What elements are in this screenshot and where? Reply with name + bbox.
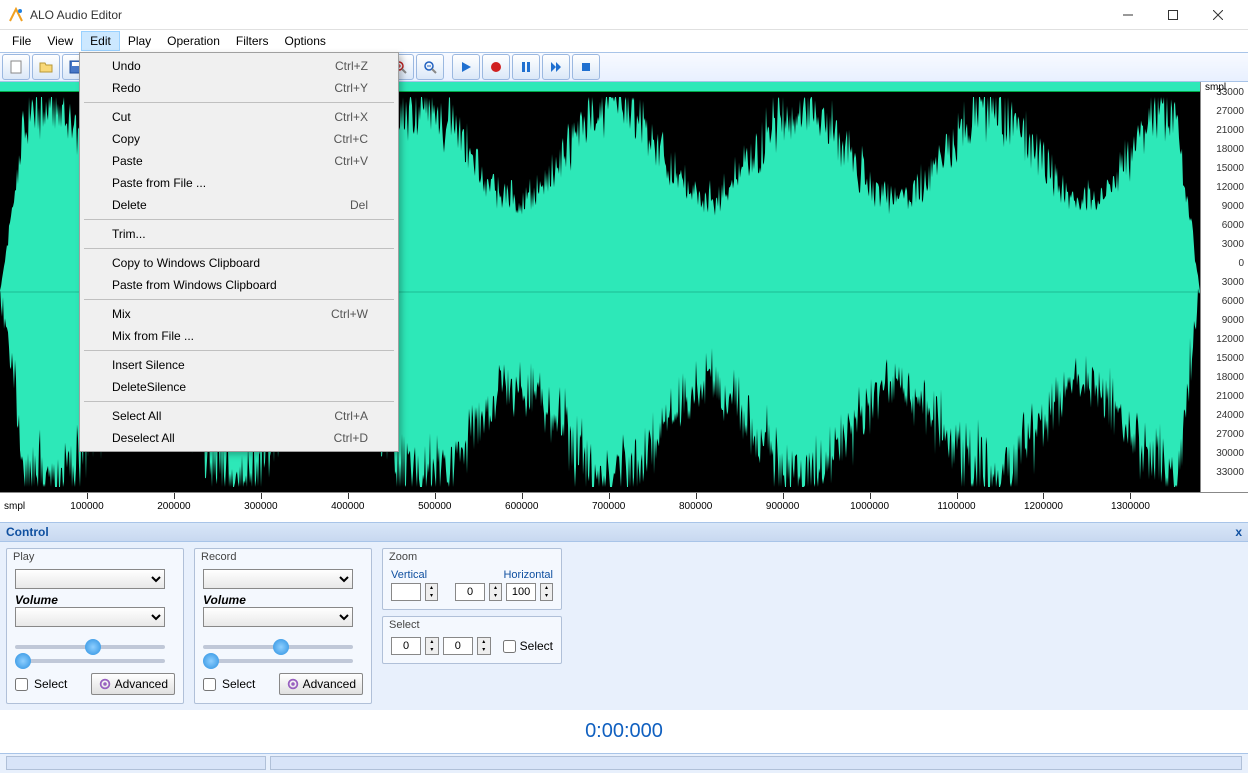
- zoom-h-from-input[interactable]: [455, 583, 485, 601]
- control-title: Control: [6, 525, 49, 539]
- record-group-title: Record: [195, 549, 371, 565]
- zoom-vertical-input[interactable]: [391, 583, 421, 601]
- maximize-button[interactable]: [1150, 0, 1195, 29]
- amplitude-scale: smpl 33000270002100018000150001200090006…: [1200, 82, 1248, 492]
- menu-filters[interactable]: Filters: [228, 32, 277, 50]
- play-button[interactable]: [452, 54, 480, 80]
- menu-item-paste-from-file-[interactable]: Paste from File ...: [82, 172, 396, 194]
- zoom-h-to-spinner[interactable]: ▴▾: [540, 583, 553, 601]
- play-group-title: Play: [7, 549, 183, 565]
- select-from-spinner[interactable]: ▴▾: [425, 637, 439, 655]
- menu-item-deletesilence[interactable]: DeleteSilence: [82, 376, 396, 398]
- menu-item-deselect-all[interactable]: Deselect AllCtrl+D: [82, 427, 396, 449]
- play-volume-label: Volume: [15, 593, 175, 607]
- window-title: ALO Audio Editor: [30, 8, 1105, 22]
- pause-button[interactable]: [512, 54, 540, 80]
- minimize-button[interactable]: [1105, 0, 1150, 29]
- zoom-group-title: Zoom: [383, 549, 561, 565]
- title-bar: ALO Audio Editor: [0, 0, 1248, 30]
- new-button[interactable]: [2, 54, 30, 80]
- select-to-input[interactable]: [443, 637, 473, 655]
- menu-item-cut[interactable]: CutCtrl+X: [82, 106, 396, 128]
- menu-item-mix-from-file-[interactable]: Mix from File ...: [82, 325, 396, 347]
- record-balance-slider[interactable]: [203, 659, 353, 663]
- status-segment: [6, 756, 266, 770]
- control-close-button[interactable]: x: [1235, 525, 1242, 539]
- record-button[interactable]: [482, 54, 510, 80]
- play-volume-slider[interactable]: [15, 645, 165, 649]
- menu-item-undo[interactable]: UndoCtrl+Z: [82, 55, 396, 77]
- time-ruler[interactable]: smpl 10000020000030000040000050000060000…: [0, 492, 1248, 522]
- menu-item-trim-[interactable]: Trim...: [82, 223, 396, 245]
- menu-item-delete[interactable]: DeleteDel: [82, 194, 396, 216]
- gear-icon: [286, 677, 300, 691]
- menu-play[interactable]: Play: [120, 32, 159, 50]
- zoom-h-from-spinner[interactable]: ▴▾: [489, 583, 502, 601]
- zoom-horizontal-label: Horizontal: [503, 569, 553, 581]
- gear-icon: [98, 677, 112, 691]
- play-select-checkbox[interactable]: [15, 678, 28, 691]
- forward-button[interactable]: [542, 54, 570, 80]
- menu-item-paste-from-windows-clipboard[interactable]: Paste from Windows Clipboard: [82, 274, 396, 296]
- menu-item-insert-silence[interactable]: Insert Silence: [82, 354, 396, 376]
- menu-item-mix[interactable]: MixCtrl+W: [82, 303, 396, 325]
- play-advanced-button[interactable]: Advanced: [91, 673, 175, 695]
- menu-item-copy-to-windows-clipboard[interactable]: Copy to Windows Clipboard: [82, 252, 396, 274]
- menu-options[interactable]: Options: [277, 32, 334, 50]
- menu-file[interactable]: File: [4, 32, 39, 50]
- play-device-select[interactable]: [15, 569, 165, 589]
- open-button[interactable]: [32, 54, 60, 80]
- control-panel: Control x Play Volume Select Advanced: [0, 522, 1248, 710]
- menu-item-paste[interactable]: PasteCtrl+V: [82, 150, 396, 172]
- record-volume-select[interactable]: [203, 607, 353, 627]
- menu-bar: FileViewEditPlayOperationFiltersOptions: [0, 30, 1248, 52]
- record-select-checkbox[interactable]: [203, 678, 216, 691]
- select-checkbox[interactable]: [503, 640, 516, 653]
- status-bar: [0, 753, 1248, 773]
- app-icon: [8, 7, 24, 23]
- zoom-vertical-spinner[interactable]: ▴▾: [425, 583, 438, 601]
- menu-item-select-all[interactable]: Select AllCtrl+A: [82, 405, 396, 427]
- edit-dropdown-menu: UndoCtrl+ZRedoCtrl+YCutCtrl+XCopyCtrl+CP…: [79, 52, 399, 452]
- record-volume-slider[interactable]: [203, 645, 353, 649]
- time-display: 0:00:000: [0, 710, 1248, 753]
- stop-button[interactable]: [572, 54, 600, 80]
- record-device-select[interactable]: [203, 569, 353, 589]
- play-volume-select[interactable]: [15, 607, 165, 627]
- record-advanced-button[interactable]: Advanced: [279, 673, 363, 695]
- zoom-h-to-input[interactable]: [506, 583, 536, 601]
- menu-view[interactable]: View: [39, 32, 81, 50]
- select-group-title: Select: [383, 617, 561, 633]
- select-to-spinner[interactable]: ▴▾: [477, 637, 491, 655]
- select-from-input[interactable]: [391, 637, 421, 655]
- status-segment: [270, 756, 1242, 770]
- menu-edit[interactable]: Edit: [81, 31, 120, 51]
- zoom-vertical-label: Vertical: [391, 569, 427, 581]
- menu-item-copy[interactable]: CopyCtrl+C: [82, 128, 396, 150]
- menu-item-redo[interactable]: RedoCtrl+Y: [82, 77, 396, 99]
- close-button[interactable]: [1195, 0, 1240, 29]
- zoom-out-button[interactable]: [416, 54, 444, 80]
- play-balance-slider[interactable]: [15, 659, 165, 663]
- menu-operation[interactable]: Operation: [159, 32, 228, 50]
- record-volume-label: Volume: [203, 593, 363, 607]
